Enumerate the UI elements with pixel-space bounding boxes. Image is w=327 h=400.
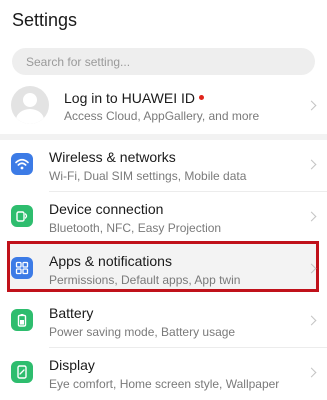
settings-item-apps-notifications[interactable]: Apps & notifications Permissions, Defaul… xyxy=(0,244,327,296)
settings-item-wireless[interactable]: Wireless & networks Wi-Fi, Dual SIM sett… xyxy=(0,140,327,192)
device-connection-icon xyxy=(11,205,33,227)
settings-item-subtitle: Wi-Fi, Dual SIM settings, Mobile data xyxy=(49,169,247,183)
settings-item-display[interactable]: Display Eye comfort, Home screen style, … xyxy=(0,348,327,400)
account-title-text: Log in to HUAWEI ID xyxy=(64,90,195,106)
battery-icon xyxy=(11,309,33,331)
settings-item-label: Device connection xyxy=(49,201,164,217)
settings-item-subtitle: Eye comfort, Home screen style, Wallpape… xyxy=(49,377,280,391)
settings-item-battery[interactable]: Battery Power saving mode, Battery usage xyxy=(0,296,327,348)
avatar-icon xyxy=(11,86,49,124)
wifi-icon xyxy=(11,153,33,175)
settings-item-label: Apps & notifications xyxy=(49,253,172,269)
notification-dot-icon xyxy=(198,94,204,100)
settings-item-subtitle: Permissions, Default apps, App twin xyxy=(49,273,241,287)
page-title: Settings xyxy=(12,10,78,30)
settings-item-device-connection[interactable]: Device connection Bluetooth, NFC, Easy P… xyxy=(0,192,327,244)
chevron-right-icon xyxy=(306,159,317,170)
settings-item-label: Battery xyxy=(49,305,94,321)
settings-item-subtitle: Power saving mode, Battery usage xyxy=(49,325,236,339)
chevron-right-icon xyxy=(306,100,317,111)
account-title: Log in to HUAWEI ID xyxy=(64,90,204,106)
settings-item-label: Display xyxy=(49,357,95,373)
settings-item-label: Wireless & networks xyxy=(49,149,176,165)
huawei-id-account-row[interactable]: Log in to HUAWEI ID Access Cloud, AppGal… xyxy=(0,86,327,132)
display-icon xyxy=(11,361,33,383)
apps-grid-icon xyxy=(11,257,33,279)
settings-item-subtitle: Bluetooth, NFC, Easy Projection xyxy=(49,221,222,235)
chevron-right-icon xyxy=(306,367,317,378)
search-input[interactable]: Search for setting... xyxy=(12,48,315,75)
chevron-right-icon xyxy=(306,263,317,274)
chevron-right-icon xyxy=(306,211,317,222)
account-subtitle: Access Cloud, AppGallery, and more xyxy=(64,109,260,123)
chevron-right-icon xyxy=(306,315,317,326)
